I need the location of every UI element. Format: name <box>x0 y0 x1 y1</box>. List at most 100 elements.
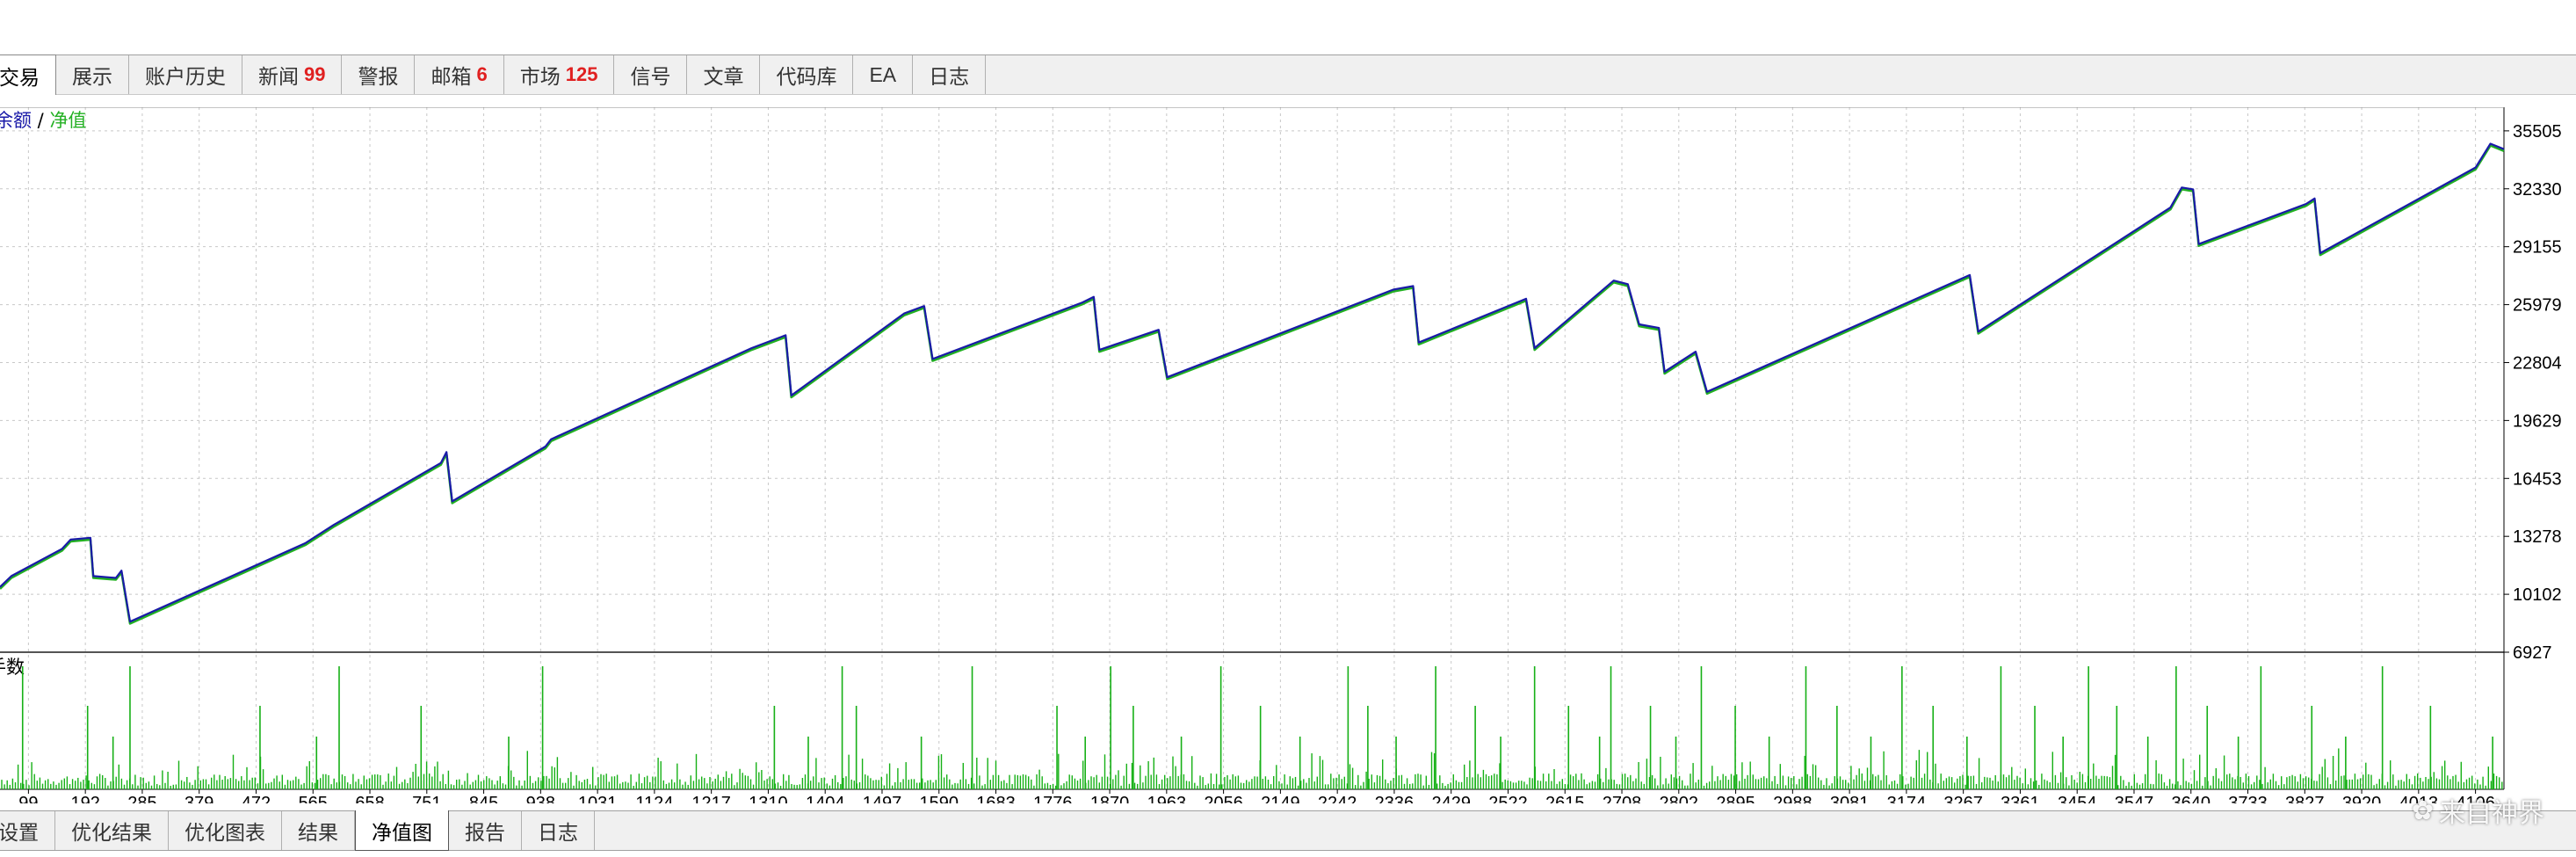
tab-label: 市场 <box>519 65 561 88</box>
tab-5[interactable]: 邮箱 6 <box>415 55 504 94</box>
x-tick-label: 1217 <box>691 794 731 803</box>
x-tick-label: 2895 <box>1716 794 1755 803</box>
x-tick-label: 2336 <box>1375 794 1415 803</box>
tab-3[interactable]: 新闻 99 <box>242 55 343 94</box>
watermark: ✿ 来自神界 <box>2412 791 2544 830</box>
x-tick-label: 3640 <box>2172 794 2211 803</box>
x-tick-label: 658 <box>355 794 384 803</box>
x-tick-label: 845 <box>469 794 498 803</box>
x-tick-label: 2988 <box>1773 794 1813 803</box>
tab-label: 交易 <box>0 65 40 89</box>
x-tick-label: 192 <box>70 794 99 803</box>
svg-text:余额 / 净值: 余额 / 净值 <box>0 110 86 131</box>
x-tick-label: 2149 <box>1261 794 1300 803</box>
equity-chart: 余额 / 净值 手数 35505 32330 29155 25979 22804 1962… <box>0 107 2576 803</box>
x-tick-label: 1590 <box>920 794 959 803</box>
y-tick-label: 35505 <box>2513 122 2562 142</box>
x-tick-label: 3081 <box>1830 794 1870 803</box>
x-tick-label: 1870 <box>1090 794 1130 803</box>
x-tick-label: 3267 <box>1943 794 1983 803</box>
y-tick-label: 29155 <box>2513 238 2562 258</box>
x-tick-label: 2708 <box>1603 794 1642 803</box>
legend-equity: 净值 <box>49 110 86 131</box>
x-tick-label: 3174 <box>1887 794 1927 803</box>
tab-label: 信号 <box>630 65 671 88</box>
y-tick-label: 25979 <box>2513 296 2562 316</box>
tab-4[interactable]: 警报 <box>342 55 416 94</box>
tab-10[interactable]: EA <box>853 55 914 94</box>
tab-label: 代码库 <box>776 65 837 88</box>
tab-label: 警报 <box>358 65 399 88</box>
tab-label: 新闻 <box>258 65 299 88</box>
x-tick-label: 565 <box>299 794 328 803</box>
x-tick-label: 1404 <box>806 794 845 803</box>
x-tick-label: 1310 <box>749 794 788 803</box>
tab-11[interactable]: 日志 <box>913 55 987 94</box>
x-tick-label: 1497 <box>863 794 902 803</box>
terminal-tab-bar: 交易 展示 账户历史 新闻 99 警报 邮箱 6 市场 125 信号 文章 代码库 EA 日志 <box>0 54 2576 95</box>
equity-chart-panel: 余额 / 净值 手数 35505 32330 29155 25979 22804 1962… <box>0 107 2576 803</box>
tab-6[interactable]: 市场 125 <box>504 55 615 94</box>
tab-label: EA <box>869 62 897 86</box>
tab-7[interactable]: 信号 <box>614 55 688 94</box>
watermark-icon: ✿ <box>2411 795 2434 826</box>
tester-tab-bar: 设置 优化结果 优化图表 结果 净值图 报告 日志 <box>0 810 2576 851</box>
x-tick-label: 2615 <box>1545 794 1585 803</box>
tester-tabs: 设置 优化结果 优化图表 结果 净值图 报告 日志 <box>0 810 595 851</box>
y-tick-label: 16453 <box>2513 469 2562 489</box>
tab-8[interactable]: 文章 <box>687 55 761 94</box>
x-tick-label: 3361 <box>2001 794 2040 803</box>
y-tick-label: 32330 <box>2513 180 2562 200</box>
tab-label: 邮箱 <box>431 65 472 88</box>
x-tick-label: 472 <box>242 794 271 803</box>
x-tick-label: 1963 <box>1147 794 1187 803</box>
tester-tab-1[interactable]: 优化结果 <box>55 811 169 850</box>
tab-badge: 6 <box>476 63 488 85</box>
x-tick-label: 938 <box>526 794 555 803</box>
tab-label: 文章 <box>703 65 744 88</box>
volume-label: 手数 <box>0 657 25 678</box>
tab-label: 账户历史 <box>145 65 226 88</box>
x-tick-label: 1124 <box>635 794 673 803</box>
y-tick-label: 10102 <box>2513 585 2562 605</box>
tab-label: 日志 <box>929 65 970 88</box>
x-tick-label: 3827 <box>2285 794 2325 803</box>
y-tick-label: 6927 <box>2513 643 2552 663</box>
x-tick-label: 99 <box>18 794 38 803</box>
tab-9[interactable]: 代码库 <box>760 55 854 94</box>
x-tick-label: 2522 <box>1488 794 1528 803</box>
tester-tab-6[interactable]: 日志 <box>522 811 595 850</box>
y-tick-label: 22804 <box>2513 353 2562 373</box>
tab-badge: 99 <box>304 63 326 85</box>
x-tick-label: 751 <box>412 794 441 803</box>
tester-tab-4[interactable]: 净值图 <box>355 810 449 851</box>
tester-tab-3[interactable]: 结果 <box>282 811 355 850</box>
tab-badge: 125 <box>565 63 598 85</box>
y-tick-label: 19629 <box>2513 411 2562 431</box>
legend-separator: / <box>32 110 49 131</box>
terminal-tabs: 交易 展示 账户历史 新闻 99 警报 邮箱 6 市场 125 信号 文章 代码库 EA 日志 <box>0 54 987 95</box>
x-tick-label: 3733 <box>2228 794 2268 803</box>
x-tick-label: 2429 <box>1431 794 1471 803</box>
tab-2[interactable]: 账户历史 <box>129 55 242 94</box>
x-tick-label: 3547 <box>2115 794 2154 803</box>
x-tick-label: 2242 <box>1318 794 1357 803</box>
x-tick-label: 1031 <box>578 794 618 803</box>
y-tick-label: 13278 <box>2513 527 2562 547</box>
tester-tab-5[interactable]: 报告 <box>449 811 522 850</box>
tab-0[interactable]: 交易 <box>0 54 56 95</box>
x-tick-label: 1683 <box>976 794 1016 803</box>
tab-1[interactable]: 展示 <box>56 55 129 94</box>
x-tick-label: 2802 <box>1660 794 1699 803</box>
x-tick-label: 285 <box>127 794 156 803</box>
tab-label: 展示 <box>72 65 112 88</box>
tester-tab-0[interactable]: 设置 <box>0 811 55 850</box>
watermark-text: 来自神界 <box>2439 798 2544 829</box>
x-tick-label: 379 <box>185 794 213 803</box>
tester-tab-2[interactable]: 优化图表 <box>169 811 282 850</box>
x-tick-label: 1776 <box>1033 794 1073 803</box>
x-tick-label: 2056 <box>1204 794 1243 803</box>
x-tick-label: 3920 <box>2342 794 2382 803</box>
legend-balance: 余额 <box>0 110 32 131</box>
x-tick-label: 3454 <box>2058 794 2097 803</box>
